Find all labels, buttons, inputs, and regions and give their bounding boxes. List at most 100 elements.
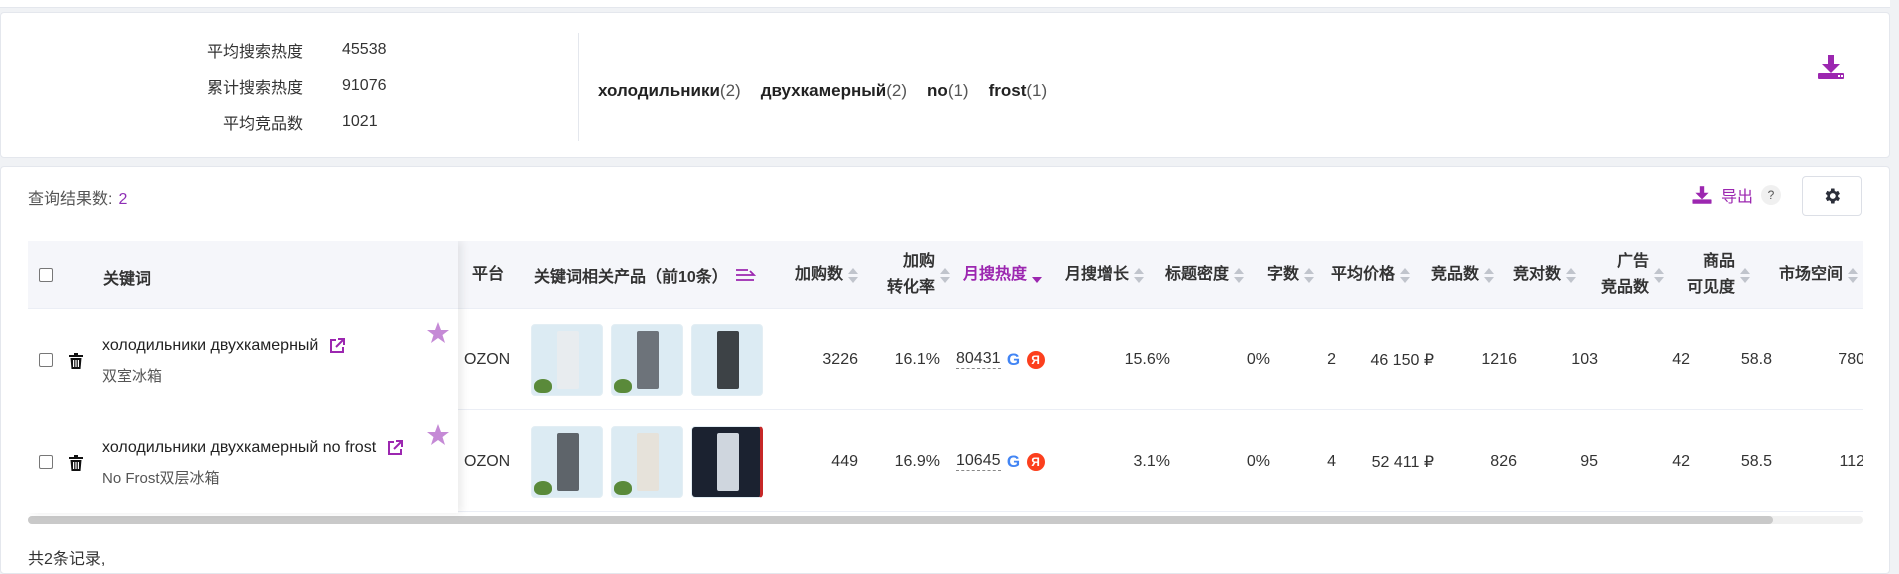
record-count: 共2条记录, <box>28 551 106 568</box>
word-count: (1) <box>1026 81 1048 100</box>
header-monthly-search[interactable]: 月搜热度 <box>960 241 1042 309</box>
header-visibility[interactable]: 商品 可见度 <box>1674 241 1750 309</box>
visibility-cell: 58.8 <box>1740 350 1772 368</box>
word-item[interactable]: холодильники(2) <box>598 81 741 101</box>
stat-value: 91076 <box>342 77 387 94</box>
download-icon[interactable] <box>1816 53 1846 81</box>
product-thumbnail[interactable] <box>611 323 683 396</box>
select-all-checkbox[interactable] <box>39 268 53 282</box>
product-thumbnail[interactable] <box>691 323 763 396</box>
stat-row-avg-competitors: 平均竞品数 1021 <box>1 107 461 137</box>
header-cart[interactable]: 加购数 <box>774 241 858 309</box>
header-market[interactable]: 市场空间 <box>1760 241 1858 309</box>
download-icon <box>1692 186 1712 204</box>
bids-cell: 95 <box>1580 452 1598 470</box>
header-competitors[interactable]: 竞品数 <box>1420 241 1494 309</box>
results-card: 查询结果数: 2 导出 ? 平台 关键词相关产品（前10条） 加购数 加购 转化率 <box>0 166 1890 574</box>
fixed-header: 关键词 <box>28 241 458 309</box>
competitors-cell: 1216 <box>1481 350 1517 368</box>
google-icon[interactable]: G <box>1005 350 1023 369</box>
header-monthly-growth[interactable]: 月搜增长 <box>1052 241 1144 309</box>
gear-icon <box>1825 188 1840 204</box>
header-avg-price[interactable]: 平均价格 <box>1324 241 1410 309</box>
keyword-table: 平台 关键词相关产品（前10条） 加购数 加购 转化率 月搜热度 月搜增长 标题密… <box>28 241 1863 531</box>
stat-value: 45538 <box>342 41 387 58</box>
fixed-keyword-column: 关键词 холодильники двухкамерный 双室冰箱 холод… <box>28 241 458 513</box>
divider <box>578 33 579 141</box>
platform-cell: OZON <box>464 452 511 470</box>
result-count: 查询结果数: 2 <box>28 185 127 209</box>
export-label: 导出 <box>1721 189 1754 206</box>
keyword-link[interactable]: холодильники двухкамерный no frost <box>102 439 404 457</box>
monthly-search-value[interactable]: 10645 <box>956 452 1001 471</box>
growth-cell: 15.6% <box>1124 350 1170 368</box>
word-count: (2) <box>886 81 908 100</box>
row-checkbox[interactable] <box>39 455 53 469</box>
help-icon[interactable]: ? <box>1761 185 1782 205</box>
bids-cell: 103 <box>1571 350 1598 368</box>
result-count-value: 2 <box>118 191 128 208</box>
product-thumbnail[interactable] <box>531 425 603 498</box>
row-checkbox[interactable] <box>39 353 53 367</box>
stat-row-total-search: 累计搜索热度 91076 <box>1 71 461 101</box>
stat-label: 平均搜索热度 <box>206 44 303 61</box>
export-button[interactable]: 导出 ? <box>1691 183 1782 207</box>
word-count: (1) <box>947 81 969 100</box>
header-ad-competitors[interactable]: 广告 竞品数 <box>1586 241 1664 309</box>
products-cell <box>531 309 763 410</box>
avg-price-cell: 46 150 ₽ <box>1370 351 1434 369</box>
external-link-icon[interactable] <box>328 337 346 355</box>
star-icon[interactable] <box>426 423 450 447</box>
yandex-icon[interactable]: Я <box>1026 452 1045 471</box>
stat-label: 累计搜索热度 <box>206 80 303 97</box>
keyword-translation: No Frost双层冰箱 <box>102 470 220 487</box>
header-platform: 平台 <box>471 266 504 283</box>
cart-cell: 3226 <box>822 350 858 368</box>
word-text: no <box>927 81 948 100</box>
density-cell: 0% <box>1246 452 1270 470</box>
word-text: frost <box>988 81 1027 100</box>
word-text: двухкамерный <box>760 81 887 100</box>
word-item[interactable]: двухкамерный(2) <box>761 81 907 101</box>
expand-icon[interactable] <box>734 266 756 284</box>
keyword-summary-card: 平均搜索热度 45538 累计搜索热度 91076 平均竞品数 1021 хол… <box>0 12 1890 158</box>
visibility-cell: 58.5 <box>1740 452 1772 470</box>
product-thumbnail[interactable] <box>531 323 603 396</box>
stat-row-avg-search: 平均搜索热度 45538 <box>1 35 461 65</box>
google-icon[interactable]: G <box>1005 452 1023 471</box>
market-cell: 780 <box>1838 350 1863 368</box>
monthly-search-value[interactable]: 80431 <box>956 350 1001 369</box>
platform-cell: OZON <box>464 350 511 368</box>
external-link-icon[interactable] <box>386 439 404 457</box>
header-cart-rate[interactable]: 加购 转化率 <box>868 241 950 309</box>
yandex-icon[interactable]: Я <box>1026 350 1045 369</box>
header-title-density[interactable]: 标题密度 <box>1154 241 1244 309</box>
cart-cell: 449 <box>831 452 858 470</box>
keyword-text: холодильники двухкамерный <box>102 337 319 354</box>
scrollbar-thumb[interactable] <box>28 516 1773 524</box>
product-thumbnail[interactable] <box>611 425 683 498</box>
stat-label: 平均竞品数 <box>222 116 303 133</box>
word-item[interactable]: frost(1) <box>989 81 1048 101</box>
competitors-cell: 826 <box>1490 452 1517 470</box>
cart-rate-cell: 16.1% <box>894 350 940 368</box>
header-bids[interactable]: 竞对数 <box>1504 241 1576 309</box>
word-item[interactable]: no(1) <box>927 81 969 101</box>
product-thumbnail[interactable] <box>691 425 763 498</box>
header-chars[interactable]: 字数 <box>1254 241 1314 309</box>
density-cell: 0% <box>1246 350 1270 368</box>
avg-price-cell: 52 411 ₽ <box>1371 453 1434 471</box>
header-keyword: 关键词 <box>103 271 152 288</box>
keyword-translation: 双室冰箱 <box>102 368 163 385</box>
trash-icon[interactable] <box>69 353 83 369</box>
star-icon[interactable] <box>426 321 450 345</box>
settings-button[interactable] <box>1802 176 1862 216</box>
trash-icon[interactable] <box>69 455 83 471</box>
horizontal-scrollbar[interactable] <box>28 516 1863 524</box>
result-count-label: 查询结果数: <box>28 191 113 208</box>
word-frequency-list: холодильники(2) двухкамерный(2) no(1) fr… <box>598 81 1047 101</box>
word-text: холодильники <box>598 81 720 100</box>
keyword-text: холодильники двухкамерный no frost <box>102 439 377 456</box>
keyword-link[interactable]: холодильники двухкамерный <box>102 337 346 355</box>
growth-cell: 3.1% <box>1133 452 1170 470</box>
